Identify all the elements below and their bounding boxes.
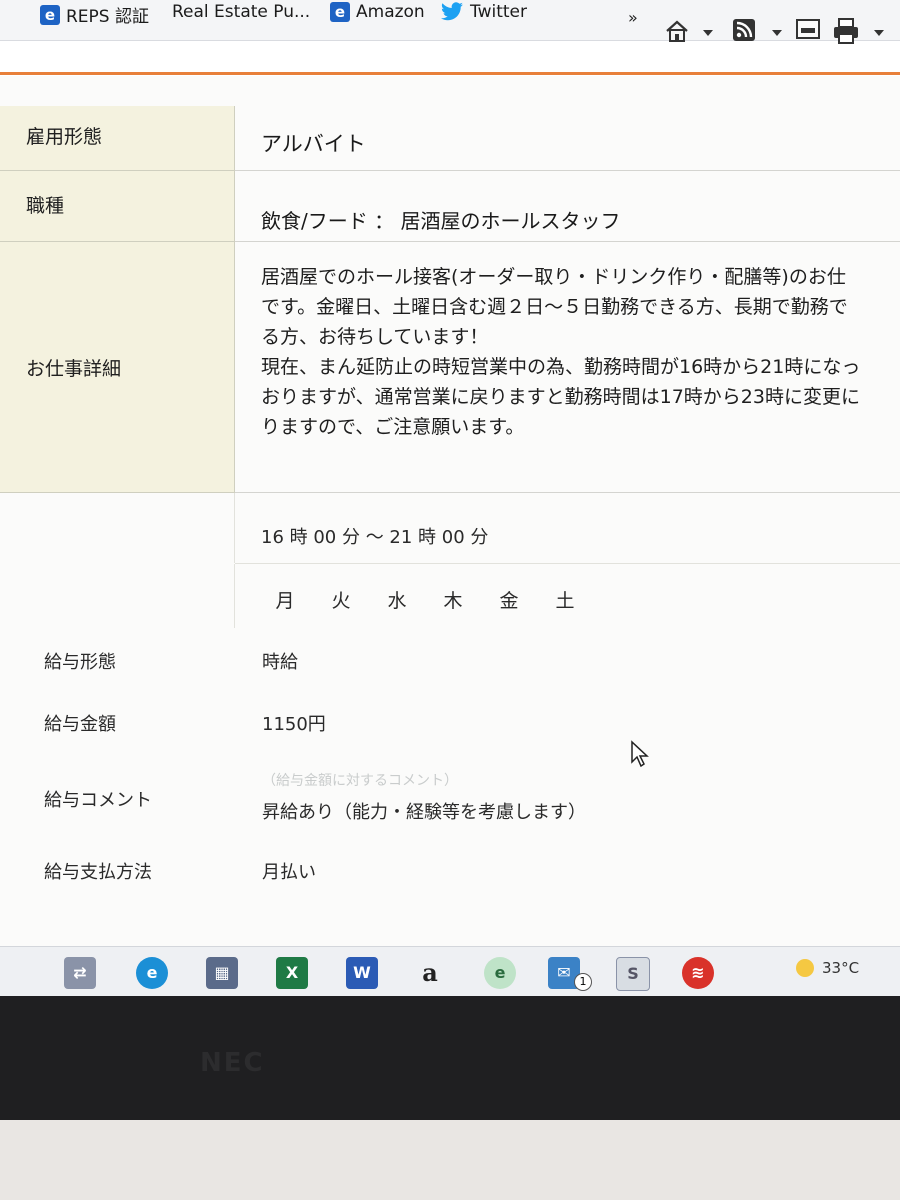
day-tue: 火 — [331, 590, 351, 612]
monitor-brand-logo: NEC — [200, 1048, 265, 1078]
salary-type-value: 時給 — [262, 652, 298, 673]
job-details-cell: 居酒屋でのホール接客(オーダー取り・ドリンク作り・配膳等)のお仕 です。金曜日、… — [235, 242, 900, 493]
sun-icon — [796, 959, 814, 977]
ie-page-icon: e — [330, 2, 350, 22]
edge-icon[interactable]: e — [136, 957, 168, 989]
work-days-list: 月火水木金土 — [257, 586, 593, 613]
day-thu: 木 — [443, 590, 463, 612]
mouse-cursor-icon — [631, 740, 649, 768]
twitter-bird-icon — [441, 2, 463, 21]
salary-comment-placeholder: （給与金額に対するコメント） — [262, 773, 458, 789]
job-details-label: お仕事詳細 — [26, 358, 122, 380]
mail-badge: 1 — [574, 973, 592, 991]
day-sat: 土 — [555, 590, 575, 612]
occupation-label: 職種 — [26, 195, 65, 217]
home-icon[interactable] — [664, 18, 690, 44]
employment-type-value: アルバイト — [261, 132, 366, 156]
job-details-text: 居酒屋でのホール接客(オーダー取り・ドリンク作り・配膳等)のお仕 です。金曜日、… — [261, 266, 861, 438]
weather-widget[interactable]: 33°C — [796, 959, 859, 977]
salary-payment-value: 月払い — [262, 862, 316, 883]
feed-icon[interactable] — [732, 18, 756, 42]
feed-dropdown-icon[interactable] — [772, 30, 782, 36]
work-days-cell: 月火水木金土 — [235, 564, 900, 628]
employment-type-label: 雇用形態 — [26, 126, 103, 148]
task-view-icon[interactable]: ⇄ — [64, 957, 96, 989]
day-fri: 金 — [499, 590, 519, 612]
days-label-cell — [0, 564, 235, 628]
salary-amount-label: 給与金額 — [44, 714, 116, 735]
desk-surface — [0, 1120, 900, 1200]
word-icon[interactable]: W — [346, 957, 378, 989]
occupation-label-cell: 職種 — [0, 171, 235, 242]
salary-type-label: 給与形態 — [44, 652, 116, 673]
amazon-icon[interactable]: a — [414, 957, 446, 989]
job-details-label-cell: お仕事詳細 — [0, 242, 235, 493]
hours-label-cell — [0, 493, 235, 563]
taskbar: ⇄ e ▦ X W a e ✉ 1 S ≋ 33°C — [0, 946, 900, 997]
salary-amount-value: 1150円 — [262, 714, 326, 735]
job-listing-form: 雇用形態 アルバイト 職種 飲食/フード ： 居酒屋のホールスタッフ お仕事詳細… — [0, 76, 900, 946]
print-icon[interactable] — [832, 18, 860, 44]
day-wed: 水 — [387, 590, 407, 612]
salary-comment-label: 給与コメント — [44, 790, 152, 811]
overflow-chevron[interactable]: » — [628, 8, 638, 27]
print-dropdown-icon[interactable] — [874, 30, 884, 36]
ie-page-icon: e — [40, 4, 60, 25]
page-icon[interactable] — [796, 18, 820, 40]
work-hours-value: 16 時 00 分 ～ 21 時 00 分 — [261, 527, 489, 548]
bookmark-real-estate[interactable]: Real Estate Pu... — [172, 2, 310, 22]
day-mon: 月 — [275, 590, 295, 612]
bookmark-twitter[interactable]: Twitter — [440, 2, 527, 22]
bookmark-reps[interactable]: e REPS 認証 — [40, 2, 149, 27]
temperature: 33°C — [822, 959, 860, 977]
salary-payment-label: 給与支払方法 — [44, 862, 152, 883]
occupation-cell: 飲食/フード ： 居酒屋のホールスタッフ — [235, 171, 900, 242]
favorites-bar: e REPS 認証 Real Estate Pu... e Amazon Twi… — [0, 0, 900, 44]
home-dropdown-icon[interactable] — [703, 30, 713, 36]
excel-icon[interactable]: X — [276, 957, 308, 989]
occupation-value: 飲食/フード ： 居酒屋のホールスタッフ — [261, 209, 621, 233]
tab-accent-rule — [0, 72, 900, 75]
employment-type-label-cell: 雇用形態 — [0, 106, 235, 171]
bookmark-amazon[interactable]: e Amazon — [330, 2, 425, 22]
store-icon[interactable]: ▦ — [206, 957, 238, 989]
employment-type-cell: アルバイト — [235, 106, 900, 171]
salary-comment-value: 昇給あり（能力・経験等を考慮します） — [262, 802, 586, 823]
work-hours-cell: 16 時 00 分 ～ 21 時 00 分 — [235, 493, 900, 564]
app-red-icon[interactable]: ≋ — [682, 957, 714, 989]
ie-icon[interactable]: e — [484, 957, 516, 989]
app-icon[interactable]: S — [616, 957, 650, 991]
